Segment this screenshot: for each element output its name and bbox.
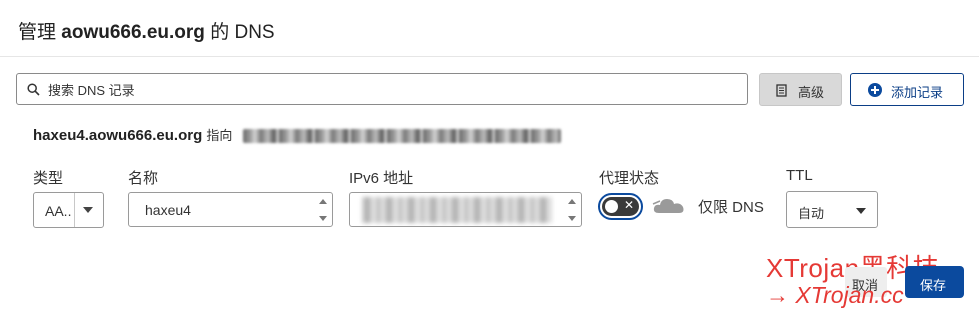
type-label: 类型	[33, 170, 64, 187]
name-value: haxeu4	[145, 202, 191, 218]
record-host: haxeu4.aowu666.eu.org	[33, 127, 203, 144]
search-box[interactable]	[16, 73, 748, 105]
redacted-ipv6-value	[362, 197, 552, 223]
title-suffix: 的 DNS	[210, 22, 275, 43]
select-divider	[74, 193, 75, 227]
name-label: 名称	[128, 170, 159, 187]
name-stepper[interactable]	[318, 197, 328, 223]
ipv6-field[interactable]	[349, 192, 582, 227]
watermark-url: → XTrojan.cc	[766, 282, 904, 308]
dialog-title: 管理 aowu666.eu.org 的 DNS	[18, 17, 275, 44]
proxy-toggle[interactable]: ✕	[598, 193, 643, 220]
chevron-down-icon	[856, 208, 866, 214]
ipv6-label: IPv6 地址	[349, 170, 414, 187]
proxy-status-text: 仅限 DNS	[698, 199, 764, 216]
type-select[interactable]: AA..	[33, 192, 104, 228]
proxy-status-label: 代理状态	[599, 170, 660, 187]
save-button[interactable]: 保存	[905, 266, 964, 298]
type-value: AA..	[45, 203, 72, 219]
save-label: 保存	[920, 278, 947, 293]
redacted-target	[242, 129, 561, 144]
search-icon	[27, 83, 40, 96]
advanced-button[interactable]: 高级	[759, 73, 842, 106]
plus-circle-icon	[868, 83, 882, 97]
document-icon	[776, 84, 787, 97]
ipv6-stepper[interactable]	[567, 197, 577, 223]
title-domain: aowu666.eu.org	[61, 22, 205, 43]
ttl-value: 自动	[798, 206, 825, 221]
advanced-button-label: 高级	[798, 85, 825, 100]
name-field[interactable]: haxeu4	[128, 192, 333, 227]
points-to-label: 指向	[206, 128, 233, 143]
title-prefix: 管理	[18, 22, 57, 43]
add-record-button[interactable]: 添加记录	[850, 73, 964, 106]
record-summary: haxeu4.aowu666.eu.org 指向	[33, 125, 561, 144]
search-input[interactable]	[46, 78, 740, 102]
chevron-down-icon	[83, 207, 93, 213]
add-record-label: 添加记录	[891, 85, 944, 100]
ttl-select[interactable]: 自动	[786, 191, 878, 228]
ttl-label: TTL	[786, 167, 813, 184]
header-divider	[0, 56, 979, 57]
cloud-icon	[652, 199, 684, 213]
close-icon: ✕	[624, 198, 635, 212]
